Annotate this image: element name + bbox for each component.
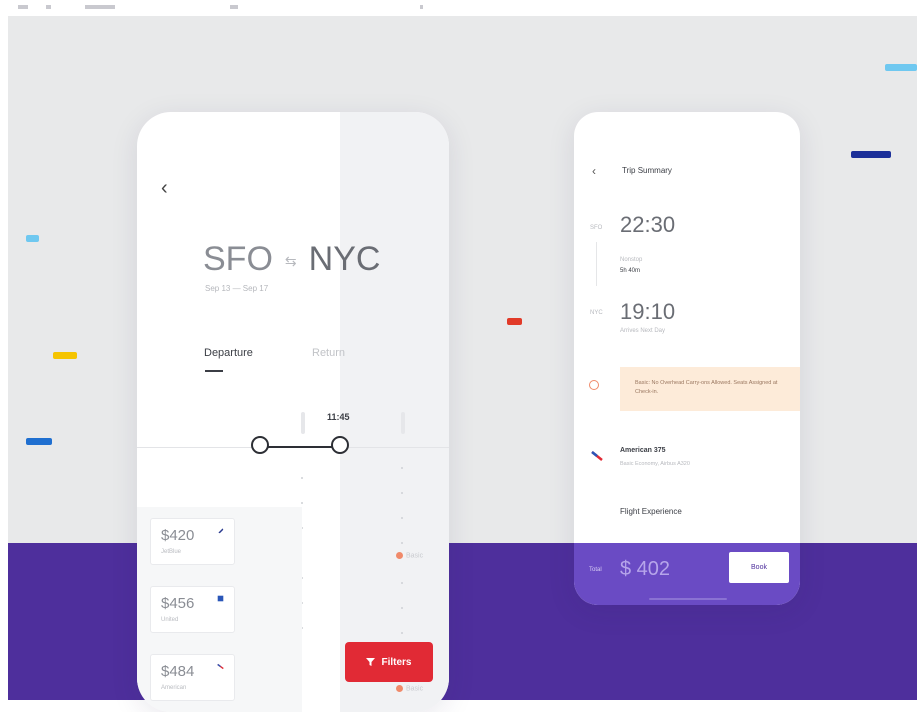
route-title: SFO ⇆ NYC xyxy=(203,240,380,279)
timeline-dot xyxy=(401,607,403,609)
selected-time: 11:45 xyxy=(327,412,350,422)
top-mark xyxy=(230,5,238,9)
united-logo-icon xyxy=(217,595,224,602)
warning-icon xyxy=(396,552,403,559)
time-slider-start-handle[interactable] xyxy=(251,436,269,454)
filter-icon xyxy=(366,658,376,666)
timeline-dot xyxy=(401,632,403,634)
tab-departure[interactable]: Departure xyxy=(204,347,253,359)
flight-airline: American xyxy=(161,685,187,691)
airline-details: Basic Economy, Airbus A320 xyxy=(620,461,690,467)
decorative-dash xyxy=(507,318,522,325)
airline-flight-number: American 375 xyxy=(620,447,666,454)
arrival-note: Arrives Next Day xyxy=(620,328,666,334)
home-indicator xyxy=(649,598,727,600)
decorative-dash xyxy=(885,64,917,71)
timeline-marker xyxy=(301,412,305,434)
timeline-marker xyxy=(401,412,405,434)
timeline-dot xyxy=(401,542,403,544)
basic-fare-label: Basic xyxy=(406,685,424,693)
arrival-code: NYC xyxy=(590,310,603,316)
destination-code: NYC xyxy=(308,240,381,278)
arrival-time: 19:10 xyxy=(620,299,676,324)
timeline-dot xyxy=(401,492,403,494)
filters-button[interactable]: Filters xyxy=(345,642,433,682)
origin-code: SFO xyxy=(203,240,273,278)
top-mark xyxy=(46,5,51,9)
flight-duration: 5h 40m xyxy=(620,268,641,274)
tab-return[interactable]: Return xyxy=(312,347,345,359)
filters-label: Filters xyxy=(381,656,412,668)
basic-fare-badge: Basic xyxy=(396,552,423,559)
stops-label: Nonstop xyxy=(620,257,643,263)
flight-experience-heading[interactable]: Flight Experience xyxy=(620,507,682,516)
time-slider-range xyxy=(260,446,340,448)
departure-code: SFO xyxy=(590,225,603,231)
chevron-left-icon[interactable]: ‹ xyxy=(161,178,168,198)
decorative-dash xyxy=(26,438,52,445)
flight-search-card: ‹ SFO ⇆ NYC Sep 13 — Sep 17 Departure Retu… xyxy=(137,112,449,712)
flight-result[interactable]: $420 JetBlue xyxy=(150,518,235,565)
decorative-dash xyxy=(53,352,77,359)
decorative-dash xyxy=(851,151,891,158)
time-slider-end-handle[interactable] xyxy=(331,436,349,454)
swap-arrows-icon[interactable]: ⇆ xyxy=(285,253,297,269)
chevron-left-icon[interactable]: ‹ xyxy=(592,164,596,178)
top-mark xyxy=(18,5,28,9)
american-logo-icon xyxy=(591,451,603,461)
timeline-dot xyxy=(401,582,403,584)
summary-title: Trip Summary xyxy=(622,166,672,175)
timeline-dot xyxy=(401,467,403,469)
basic-fare-label: Basic xyxy=(406,552,424,560)
decorative-dash xyxy=(26,235,39,242)
total-price: $ 402 xyxy=(620,558,671,580)
booking-footer: Total $ 402 Book xyxy=(574,543,800,605)
departure-time: 22:30 xyxy=(620,212,676,237)
timeline-panel xyxy=(340,112,449,712)
warning-icon xyxy=(396,685,403,692)
flight-airline: United xyxy=(161,617,179,623)
warning-icon xyxy=(589,380,599,390)
timeline-dot xyxy=(301,477,303,479)
american-logo-icon xyxy=(217,663,224,670)
top-mark xyxy=(85,5,115,9)
fare-warning-note: Basic: No Overhead Carry-ons Allowed. Se… xyxy=(620,367,800,411)
flight-price: $484 xyxy=(161,663,195,680)
timeline-dot xyxy=(401,517,403,519)
flight-result[interactable]: $456 United xyxy=(150,586,235,633)
route-line xyxy=(596,242,597,286)
jetblue-logo-icon xyxy=(218,528,224,534)
total-label: Total xyxy=(589,567,602,573)
flight-airline: JetBlue xyxy=(161,549,182,555)
basic-fare-badge: Basic xyxy=(396,685,423,692)
top-mark xyxy=(420,5,423,9)
trip-summary-card: ‹ Trip Summary SFO 22:30 Nonstop 5h 40m … xyxy=(574,112,800,605)
timeline-dot xyxy=(301,502,303,504)
flight-price: $456 xyxy=(161,595,195,612)
trip-dates: Sep 13 — Sep 17 xyxy=(205,284,269,293)
top-strip xyxy=(0,0,917,16)
book-button[interactable]: Book xyxy=(729,552,789,583)
flight-price: $420 xyxy=(161,527,195,544)
flight-result[interactable]: $484 American xyxy=(150,654,235,701)
active-tab-indicator xyxy=(205,370,223,372)
fare-warning-text: Basic: No Overhead Carry-ons Allowed. Se… xyxy=(635,380,778,395)
